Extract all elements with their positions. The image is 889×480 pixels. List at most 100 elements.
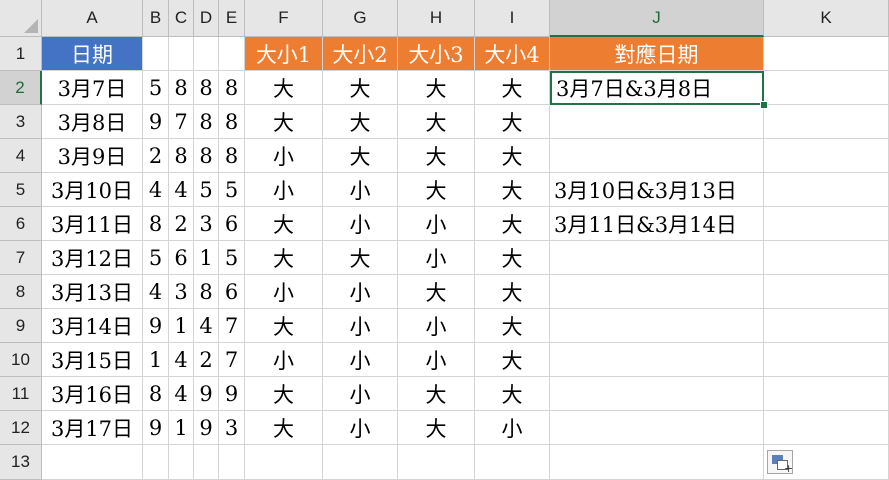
cell-h4[interactable]: 大: [398, 139, 475, 173]
column-header-g[interactable]: G: [323, 0, 398, 37]
cell-h10[interactable]: 小: [398, 343, 475, 377]
row-header-6[interactable]: 6: [0, 207, 42, 241]
cell-c1[interactable]: [169, 37, 194, 71]
cell-a10[interactable]: 3月15日: [42, 343, 143, 377]
cell-h1[interactable]: 大小3: [398, 37, 475, 71]
cell-i1[interactable]: 大小4: [475, 37, 550, 71]
cell-i12[interactable]: 小: [475, 411, 550, 445]
cell-g11[interactable]: 小: [323, 377, 398, 411]
cell-k1[interactable]: [764, 37, 889, 71]
cell-f8[interactable]: 小: [245, 275, 323, 309]
cell-b12[interactable]: 9: [143, 411, 169, 445]
cell-d6[interactable]: 3: [194, 207, 219, 241]
column-header-k[interactable]: K: [764, 0, 889, 37]
column-header-i[interactable]: I: [475, 0, 550, 37]
column-header-f[interactable]: F: [245, 0, 323, 37]
cell-i4[interactable]: 大: [475, 139, 550, 173]
cell-e10[interactable]: 7: [219, 343, 245, 377]
cell-d1[interactable]: [194, 37, 219, 71]
cell-f7[interactable]: 大: [245, 241, 323, 275]
cell-e6[interactable]: 6: [219, 207, 245, 241]
cell-c4[interactable]: 8: [169, 139, 194, 173]
cell-a2[interactable]: 3月7日: [42, 71, 143, 105]
cell-c3[interactable]: 7: [169, 105, 194, 139]
cell-e1[interactable]: [219, 37, 245, 71]
cell-a1[interactable]: 日期: [42, 37, 143, 71]
column-header-j[interactable]: J: [550, 0, 764, 37]
row-header-7[interactable]: 7: [0, 241, 42, 275]
cell-i8[interactable]: 大: [475, 275, 550, 309]
cell-j8[interactable]: [550, 275, 764, 309]
cell-e7[interactable]: 5: [219, 241, 245, 275]
cell-k7[interactable]: [764, 241, 889, 275]
cell-f12[interactable]: 大: [245, 411, 323, 445]
row-header-1[interactable]: 1: [0, 37, 42, 71]
row-header-8[interactable]: 8: [0, 275, 42, 309]
cell-f2[interactable]: 大: [245, 71, 323, 105]
cell-b7[interactable]: 5: [143, 241, 169, 275]
cell-f3[interactable]: 大: [245, 105, 323, 139]
cell-c6[interactable]: 2: [169, 207, 194, 241]
cell-h2[interactable]: 大: [398, 71, 475, 105]
cell-d9[interactable]: 4: [194, 309, 219, 343]
cell-f1[interactable]: 大小1: [245, 37, 323, 71]
row-header-13[interactable]: 13: [0, 445, 42, 480]
cell-h12[interactable]: 大: [398, 411, 475, 445]
cell-i3[interactable]: 大: [475, 105, 550, 139]
cell-h8[interactable]: 大: [398, 275, 475, 309]
cell-h5[interactable]: 大: [398, 173, 475, 207]
cell-a3[interactable]: 3月8日: [42, 105, 143, 139]
cell-j7[interactable]: [550, 241, 764, 275]
cell-b1[interactable]: [143, 37, 169, 71]
cell-e12[interactable]: 3: [219, 411, 245, 445]
cell-d11[interactable]: 9: [194, 377, 219, 411]
cell-f10[interactable]: 小: [245, 343, 323, 377]
cell-h3[interactable]: 大: [398, 105, 475, 139]
cell-c7[interactable]: 6: [169, 241, 194, 275]
cell-j2[interactable]: 3月7日&3月8日: [550, 71, 764, 105]
cell-a11[interactable]: 3月16日: [42, 377, 143, 411]
cell-k8[interactable]: [764, 275, 889, 309]
cell-g7[interactable]: 大: [323, 241, 398, 275]
cell-c11[interactable]: 4: [169, 377, 194, 411]
cell-h7[interactable]: 小: [398, 241, 475, 275]
cell-j6[interactable]: 3月11日&3月14日: [550, 207, 764, 241]
cell-i10[interactable]: 大: [475, 343, 550, 377]
cell-b11[interactable]: 8: [143, 377, 169, 411]
cell-i2[interactable]: 大: [475, 71, 550, 105]
cell-e3[interactable]: 8: [219, 105, 245, 139]
cell-a7[interactable]: 3月12日: [42, 241, 143, 275]
cell-d2[interactable]: 8: [194, 71, 219, 105]
cell-h6[interactable]: 小: [398, 207, 475, 241]
row-header-11[interactable]: 11: [0, 377, 42, 411]
cell-g8[interactable]: 小: [323, 275, 398, 309]
cell-d3[interactable]: 8: [194, 105, 219, 139]
cell-h11[interactable]: 大: [398, 377, 475, 411]
cell-c10[interactable]: 4: [169, 343, 194, 377]
cell-j3[interactable]: [550, 105, 764, 139]
cell-b10[interactable]: 1: [143, 343, 169, 377]
cell-b2[interactable]: 5: [143, 71, 169, 105]
cell-j10[interactable]: [550, 343, 764, 377]
cell-f4[interactable]: 小: [245, 139, 323, 173]
cell-b5[interactable]: 4: [143, 173, 169, 207]
cell-b6[interactable]: 8: [143, 207, 169, 241]
cell-e13[interactable]: [219, 445, 245, 480]
cell-i11[interactable]: 大: [475, 377, 550, 411]
cell-a5[interactable]: 3月10日: [42, 173, 143, 207]
cell-e11[interactable]: 9: [219, 377, 245, 411]
cell-j1[interactable]: 對應日期: [550, 37, 764, 71]
cell-e9[interactable]: 7: [219, 309, 245, 343]
cell-j9[interactable]: [550, 309, 764, 343]
cell-g1[interactable]: 大小2: [323, 37, 398, 71]
cell-i9[interactable]: 大: [475, 309, 550, 343]
cell-h9[interactable]: 小: [398, 309, 475, 343]
cell-g6[interactable]: 小: [323, 207, 398, 241]
cell-i6[interactable]: 大: [475, 207, 550, 241]
cell-k6[interactable]: [764, 207, 889, 241]
cell-d8[interactable]: 8: [194, 275, 219, 309]
cell-g12[interactable]: 小: [323, 411, 398, 445]
cell-e4[interactable]: 8: [219, 139, 245, 173]
cell-c8[interactable]: 3: [169, 275, 194, 309]
cell-k4[interactable]: [764, 139, 889, 173]
